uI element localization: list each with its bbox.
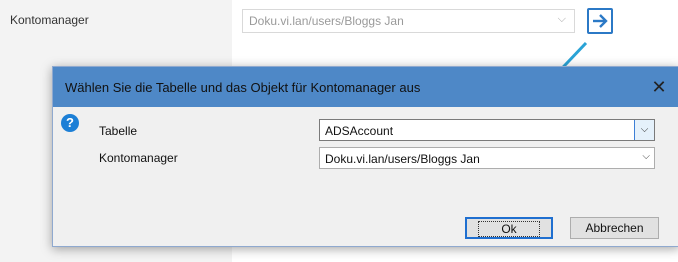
tabelle-dropdown[interactable]: ADSAccount ⌵ xyxy=(319,119,655,141)
select-table-dialog: Wählen Sie die Tabelle und das Objekt fü… xyxy=(52,66,678,247)
close-icon[interactable]: ✕ xyxy=(645,73,673,101)
chevron-down-icon: ⌵ xyxy=(557,13,566,25)
chevron-down-icon[interactable]: ⌵ xyxy=(634,120,654,140)
kontomanager-combobox-value: Doku.vi.lan/users/Bloggs Jan xyxy=(249,14,404,28)
kontomanager-dialog-label: Kontomanager xyxy=(99,151,178,165)
help-icon: ? xyxy=(61,114,79,132)
select-object-button[interactable] xyxy=(587,8,613,34)
chevron-down-icon[interactable]: ⌵ xyxy=(642,151,650,162)
tabelle-dropdown-value: ADSAccount xyxy=(325,124,394,138)
kontomanager-dropdown-value: Doku.vi.lan/users/Bloggs Jan xyxy=(325,152,480,166)
ok-button[interactable]: Ok xyxy=(465,217,553,239)
kontomanager-combobox[interactable]: Doku.vi.lan/users/Bloggs Jan ⌵ xyxy=(242,9,575,33)
kontomanager-label: Kontomanager xyxy=(10,13,89,27)
tabelle-label: Tabelle xyxy=(99,124,138,138)
kontomanager-dropdown[interactable]: Doku.vi.lan/users/Bloggs Jan ⌵ xyxy=(319,147,655,169)
dialog-titlebar: Wählen Sie die Tabelle und das Objekt fü… xyxy=(53,67,678,107)
arrow-right-icon xyxy=(593,14,608,28)
ok-button-label: Ok xyxy=(478,221,540,237)
dialog-title: Wählen Sie die Tabelle und das Objekt fü… xyxy=(65,80,421,95)
cancel-button[interactable]: Abbrechen xyxy=(570,217,659,239)
